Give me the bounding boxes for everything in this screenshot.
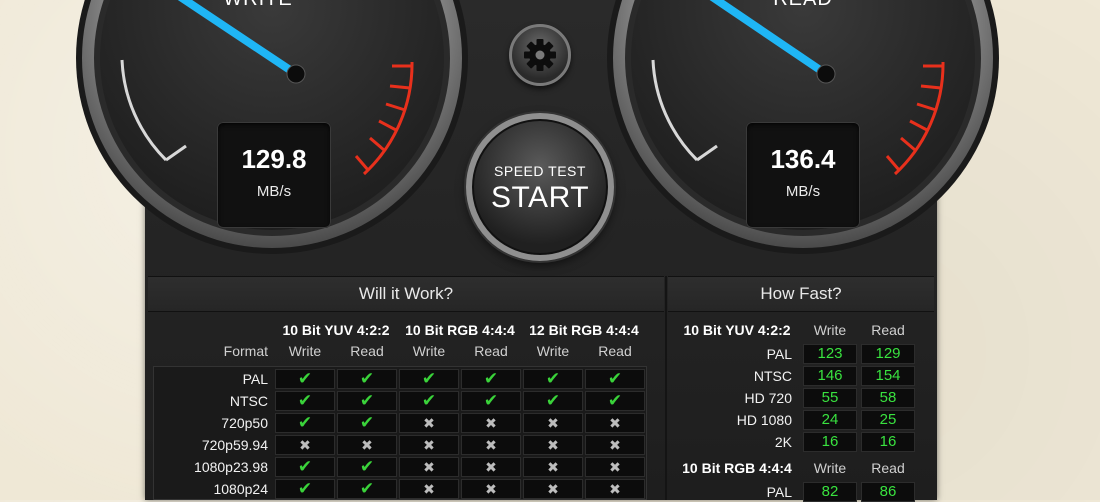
how-fast-write-value: 16 (803, 432, 857, 452)
check-icon: ✔ (275, 457, 335, 477)
how-fast-row-label: PAL (766, 346, 792, 362)
how-fast-row-label: NTSC (753, 368, 792, 384)
read-column-header: Read (871, 460, 905, 476)
format-row-label: 720p50 (221, 415, 268, 431)
x-icon: ✖ (461, 457, 521, 477)
x-icon: ✖ (399, 479, 459, 499)
how-fast-row-label: PAL (766, 484, 792, 500)
group-header: 10 Bit RGB 4:4:4 (405, 322, 515, 338)
check-icon: ✔ (399, 391, 459, 411)
check-icon: ✔ (585, 369, 645, 389)
how-fast-group-header: 10 Bit RGB 4:4:4 (682, 460, 792, 476)
format-row-label: PAL (242, 371, 268, 387)
write-column-header: Write (412, 343, 446, 359)
check-icon: ✔ (337, 369, 397, 389)
how-fast-row-label: HD 720 (744, 390, 792, 406)
write-speed-unit: MB/s (256, 183, 292, 200)
how-fast-read-value: 129 (861, 344, 915, 364)
x-icon: ✖ (523, 413, 583, 433)
how-fast-header: How Fast? (668, 276, 934, 312)
how-fast-write-value: 123 (803, 344, 857, 364)
how-fast-read-value: 86 (861, 482, 915, 502)
how-fast-row-label: 2K (774, 434, 792, 450)
check-icon: ✔ (461, 369, 521, 389)
write-column-header: Write (813, 322, 847, 338)
format-row-label: 720p59.94 (201, 437, 268, 453)
x-icon: ✖ (585, 457, 645, 477)
how-fast-read-value: 154 (861, 366, 915, 386)
how-fast-write-value: 146 (803, 366, 857, 386)
check-icon: ✔ (275, 391, 335, 411)
x-icon: ✖ (523, 479, 583, 499)
x-icon: ✖ (399, 457, 459, 477)
read-gauge-title: READ (733, 0, 873, 11)
x-icon: ✖ (523, 435, 583, 455)
group-header: 10 Bit YUV 4:2:2 (282, 322, 390, 338)
check-icon: ✔ (585, 391, 645, 411)
start-button-sub: SPEED TEST (494, 163, 586, 179)
how-fast-write-value: 24 (803, 410, 857, 430)
check-icon: ✔ (399, 369, 459, 389)
group-header: 12 Bit RGB 4:4:4 (529, 322, 639, 338)
settings-button[interactable] (509, 24, 571, 86)
x-icon: ✖ (461, 479, 521, 499)
format-row-label: NTSC (229, 393, 268, 409)
read-column-header: Read (474, 343, 508, 359)
x-icon: ✖ (399, 413, 459, 433)
will-it-work-header: Will it Work? (148, 276, 664, 312)
check-icon: ✔ (523, 391, 583, 411)
check-icon: ✔ (523, 369, 583, 389)
check-icon: ✔ (337, 479, 397, 499)
x-icon: ✖ (585, 479, 645, 499)
how-fast-group-header: 10 Bit YUV 4:2:2 (683, 322, 791, 338)
write-readout: 129.8 MB/s (217, 122, 331, 228)
check-icon: ✔ (275, 479, 335, 499)
start-button-label: START (490, 181, 590, 214)
how-fast-read-value: 25 (861, 410, 915, 430)
check-icon: ✔ (337, 457, 397, 477)
read-readout: 136.4 MB/s (746, 122, 860, 228)
x-icon: ✖ (337, 435, 397, 455)
x-icon: ✖ (461, 413, 521, 433)
check-icon: ✔ (461, 391, 521, 411)
write-speed-value: 129.8 (241, 144, 307, 174)
how-fast-write-value: 82 (803, 482, 857, 502)
x-icon: ✖ (275, 435, 335, 455)
read-column-header: Read (871, 322, 905, 338)
read-speed-unit: MB/s (785, 183, 821, 200)
check-icon: ✔ (337, 391, 397, 411)
how-fast-write-value: 55 (803, 388, 857, 408)
format-row-label: 1080p24 (213, 481, 268, 497)
write-column-header: Write (536, 343, 570, 359)
write-gauge-title: WRITE (188, 0, 328, 11)
x-icon: ✖ (523, 457, 583, 477)
x-icon: ✖ (585, 413, 645, 433)
how-fast-read-value: 58 (861, 388, 915, 408)
section-divider (665, 276, 667, 500)
read-column-header: Read (598, 343, 632, 359)
x-icon: ✖ (461, 435, 521, 455)
gear-icon (524, 39, 556, 71)
write-column-header: Write (288, 343, 322, 359)
format-column-header: Format (223, 343, 268, 359)
check-icon: ✔ (275, 369, 335, 389)
read-column-header: Read (350, 343, 384, 359)
read-speed-value: 136.4 (770, 144, 836, 174)
check-icon: ✔ (275, 413, 335, 433)
start-speed-test-button[interactable]: SPEED TEST START (466, 113, 614, 261)
check-icon: ✔ (337, 413, 397, 433)
how-fast-read-value: 16 (861, 432, 915, 452)
write-column-header: Write (813, 460, 847, 476)
x-icon: ✖ (399, 435, 459, 455)
how-fast-row-label: HD 1080 (736, 412, 792, 428)
format-row-label: 1080p23.98 (194, 459, 268, 475)
x-icon: ✖ (585, 435, 645, 455)
